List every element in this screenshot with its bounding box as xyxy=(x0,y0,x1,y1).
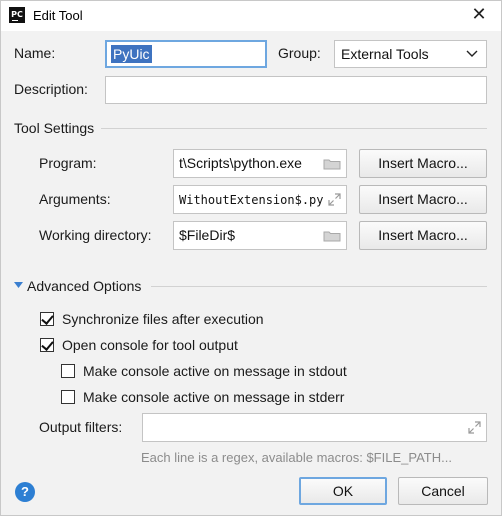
folder-icon[interactable] xyxy=(323,230,341,242)
output-filters-hint: Each line is a regex, available macros: … xyxy=(141,450,452,465)
program-insert-macro-button[interactable]: Insert Macro... xyxy=(359,149,487,178)
folder-icon[interactable] xyxy=(323,158,341,170)
working-directory-label: Working directory: xyxy=(39,227,152,243)
arguments-insert-macro-button[interactable]: Insert Macro... xyxy=(359,185,487,214)
sync-files-checkbox[interactable] xyxy=(40,312,54,326)
ok-button[interactable]: OK xyxy=(299,477,387,505)
help-icon[interactable]: ? xyxy=(15,482,35,502)
description-input[interactable] xyxy=(105,76,487,104)
expand-icon[interactable] xyxy=(468,421,481,434)
tool-settings-heading: Tool Settings xyxy=(14,120,95,136)
console-stderr-label: Make console active on message in stderr xyxy=(83,389,345,405)
program-value: t\Scripts\python.exe xyxy=(179,155,302,171)
expand-icon[interactable] xyxy=(328,193,341,206)
cancel-button[interactable]: Cancel xyxy=(398,477,488,505)
open-console-checkbox[interactable] xyxy=(40,338,54,352)
program-label: Program: xyxy=(39,155,97,171)
sync-files-label: Synchronize files after execution xyxy=(62,311,264,327)
console-stdout-checkbox[interactable] xyxy=(61,364,75,378)
dialog-title: Edit Tool xyxy=(33,8,83,23)
pycharm-app-icon: PC xyxy=(9,7,25,23)
output-filters-label: Output filters: xyxy=(39,419,123,435)
close-icon[interactable]: ✕ xyxy=(467,4,491,26)
console-stderr-checkbox[interactable] xyxy=(61,390,75,404)
name-label: Name: xyxy=(14,45,56,61)
working-directory-value: $FileDir$ xyxy=(179,227,236,243)
group-label: Group: xyxy=(278,45,321,61)
advanced-options-toggle[interactable]: Advanced Options xyxy=(27,278,141,294)
program-input[interactable]: t\Scripts\python.exe xyxy=(173,149,347,178)
arguments-value: WithoutExtension$.py xyxy=(179,193,323,207)
advanced-options-divider xyxy=(151,286,487,287)
name-input[interactable]: PyUic xyxy=(105,40,267,68)
console-stdout-label: Make console active on message in stdout xyxy=(83,363,347,379)
arguments-label: Arguments: xyxy=(39,191,111,207)
group-value: External Tools xyxy=(341,46,429,62)
tool-settings-divider xyxy=(101,128,487,129)
title-bar: PC Edit Tool ✕ xyxy=(1,1,501,31)
expand-triangle-icon[interactable] xyxy=(14,282,23,288)
description-label: Description: xyxy=(14,81,88,97)
group-dropdown[interactable]: External Tools xyxy=(334,40,487,68)
working-directory-input[interactable]: $FileDir$ xyxy=(173,221,347,250)
dialog-content: Name: PyUic Group: External Tools Descri… xyxy=(1,31,501,515)
chevron-down-icon xyxy=(466,50,478,57)
output-filters-input[interactable] xyxy=(142,413,487,442)
name-value: PyUic xyxy=(111,45,152,63)
edit-tool-dialog: PC Edit Tool ✕ Name: PyUic Group: Extern… xyxy=(0,0,502,516)
open-console-label: Open console for tool output xyxy=(62,337,238,353)
working-directory-insert-macro-button[interactable]: Insert Macro... xyxy=(359,221,487,250)
arguments-input[interactable]: WithoutExtension$.py xyxy=(173,185,347,214)
